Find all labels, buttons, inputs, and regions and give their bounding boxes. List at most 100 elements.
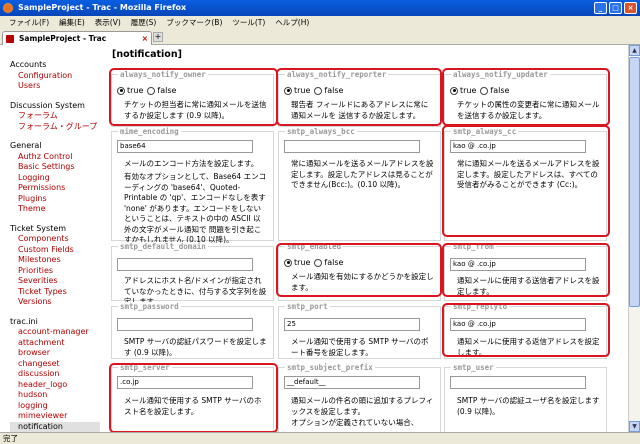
smtp-user-input[interactable]	[450, 376, 586, 389]
nav-item-changeset[interactable]: changeset	[10, 359, 100, 370]
owner-radio-group: true false	[117, 86, 176, 96]
reporter-false-radio[interactable]: false	[314, 86, 343, 96]
smtp-always-cc-input[interactable]: kao @ .co.jp	[450, 140, 586, 153]
nav-item-components[interactable]: Components	[10, 234, 100, 245]
nav-item-theme[interactable]: Theme	[10, 204, 100, 215]
nav-group: Ticket System Components Custom Fields Mile…	[10, 224, 100, 308]
nav-item-notification[interactable]: notification	[10, 421, 100, 432]
nav-item-plugins[interactable]: Plugins	[10, 194, 100, 205]
reporter-radio-group: true false	[284, 86, 343, 96]
option-desc: メール通知で使用する SMTP サーバのホスト名を設定します。	[124, 396, 262, 416]
nav-item-account-manager[interactable]: account-manager	[10, 327, 100, 338]
reporter-true-radio[interactable]: true	[284, 86, 310, 96]
smtp-enabled-true-radio[interactable]: true	[284, 258, 310, 268]
menu-tools[interactable]: ツール(T)	[227, 16, 270, 29]
option-smtp-password: smtp_password SMTP サーバの認証パスワードを設定します (0.…	[111, 302, 274, 359]
nav-item--[interactable]: フォーラム	[10, 111, 100, 122]
option-desc: SMTP サーバの認証パスワードを設定します (0.9 以降)。	[124, 337, 267, 357]
page-title: [notification]	[112, 49, 182, 60]
admin-nav: Accounts Configuration Users Discussion Sys…	[10, 60, 100, 432]
nav-item-custom-fields[interactable]: Custom Fields	[10, 245, 100, 256]
smtp-server-input[interactable]: .co.jp	[117, 376, 253, 389]
browser-tab[interactable]: SampleProject - Trac ×	[2, 31, 152, 45]
window-title: SampleProject - Trac - Mozilla Firefox	[18, 3, 187, 12]
vertical-scrollbar[interactable]: ▲ ▼	[628, 45, 640, 432]
option-smtp-from: smtp_from kao @ .co.jp 通知メールに使用する送信者アドレス…	[444, 242, 607, 301]
menu-history[interactable]: 履歴(S)	[126, 16, 162, 29]
option-label: smtp_replyto	[451, 302, 510, 311]
owner-true-radio[interactable]: true	[117, 86, 143, 96]
smtp-subject-prefix-input[interactable]: __default__	[284, 376, 420, 389]
smtp-enabled-false-radio[interactable]: false	[314, 258, 343, 268]
option-desc: 通知メールに使用する返信アドレスを設定します。	[457, 337, 600, 357]
nav-item-authz-control[interactable]: Authz Control	[10, 152, 100, 163]
option-smtp-subject-prefix: smtp_subject_prefix __default__ 通知メールの件名…	[278, 363, 441, 432]
menu-help[interactable]: ヘルプ(H)	[270, 16, 314, 29]
smtp-from-input[interactable]: kao @ .co.jp	[450, 258, 586, 271]
nav-item-logging[interactable]: Logging	[10, 173, 100, 184]
maximize-button[interactable]: □	[609, 2, 622, 14]
nav-item-ticket-types[interactable]: Ticket Types	[10, 287, 100, 298]
smtp-replyto-input[interactable]: kao @ .co.jp	[450, 318, 586, 331]
menu-bookmarks[interactable]: ブックマーク(B)	[161, 16, 227, 29]
nav-group-title: General	[10, 141, 42, 150]
scroll-down-icon[interactable]: ▼	[629, 421, 640, 432]
option-desc: 通知メールの件名の頭に追加するプレフィックスを設定します。	[291, 396, 434, 416]
menu-file[interactable]: ファイル(F)	[4, 16, 54, 29]
option-label: smtp_default_domain	[118, 242, 208, 251]
minimize-button[interactable]: _	[594, 2, 607, 14]
smtp-port-input[interactable]: 25	[284, 318, 420, 331]
tab-close-icon[interactable]: ×	[142, 32, 148, 45]
close-window-button[interactable]: ×	[624, 2, 637, 14]
option-label: always_notify_updater	[451, 70, 550, 79]
nav-group: General Authz Control Basic Settings Loggin…	[10, 141, 100, 215]
smtp-always-bcc-input[interactable]	[284, 140, 420, 153]
tab-title: SampleProject - Trac	[19, 34, 107, 43]
page-content: Accounts Configuration Users Discussion Sys…	[0, 45, 628, 432]
owner-false-radio[interactable]: false	[147, 86, 176, 96]
updater-true-radio[interactable]: true	[450, 86, 476, 96]
nav-item-priorities[interactable]: Priorities	[10, 266, 100, 277]
nav-item-discussion[interactable]: discussion	[10, 369, 100, 380]
scroll-up-icon[interactable]: ▲	[629, 45, 640, 56]
nav-item--[interactable]: フォーラム・グループ	[10, 122, 100, 133]
option-label: smtp_always_cc	[451, 127, 519, 136]
option-always-notify-updater: always_notify_updater true false チケットの属性…	[444, 70, 607, 127]
menu-view[interactable]: 表示(V)	[90, 16, 126, 29]
option-desc: SMTP サーバの認証ユーザ名を設定します (0.9 以降)。	[457, 396, 600, 416]
nav-group: trac.ini account-manager attachment browser…	[10, 316, 100, 432]
mime-encoding-input[interactable]: base64	[117, 140, 253, 153]
option-desc: メール通知を有効にするかどうかを設定します。	[291, 272, 434, 292]
nav-item-basic-settings[interactable]: Basic Settings	[10, 162, 100, 173]
option-label: mime_encoding	[118, 127, 181, 136]
menu-edit[interactable]: 編集(E)	[54, 16, 90, 29]
nav-item-logging[interactable]: logging	[10, 401, 100, 412]
option-label: always_notify_owner	[118, 70, 208, 79]
nav-group-title: Discussion System	[10, 100, 85, 110]
nav-item-versions[interactable]: Versions	[10, 297, 100, 308]
nav-item-milestones[interactable]: Milestones	[10, 255, 100, 266]
nav-item-permissions[interactable]: Permissions	[10, 183, 100, 194]
smtp-password-input[interactable]	[117, 318, 253, 331]
option-desc: 通知メールに使用する送信者アドレスを設定します。	[457, 276, 600, 296]
nav-item-users[interactable]: Users	[10, 81, 100, 92]
new-tab-button[interactable]: +	[153, 32, 163, 42]
option-label: smtp_password	[118, 302, 181, 311]
nav-item-header-logo[interactable]: header_logo	[10, 380, 100, 391]
status-text: 完了	[3, 434, 18, 443]
nav-item-severities[interactable]: Severities	[10, 276, 100, 287]
nav-group-title: trac.ini	[10, 316, 38, 326]
scroll-thumb[interactable]	[629, 57, 640, 307]
nav-group-title: Accounts	[10, 60, 47, 69]
nav-item-attachment[interactable]: attachment	[10, 338, 100, 349]
updater-false-radio[interactable]: false	[480, 86, 509, 96]
nav-item-mimeviewer[interactable]: mimeviewer	[10, 411, 100, 422]
nav-item-configuration[interactable]: Configuration	[10, 71, 100, 82]
smtp-default-domain-input[interactable]	[117, 258, 253, 271]
option-desc: メールのエンコード方法を設定します。	[124, 159, 259, 168]
nav-item-hudson[interactable]: hudson	[10, 390, 100, 401]
option-desc: 常に通知メールを送るメールアドレスを設定します。設定したアドレスは見ることができ…	[291, 159, 434, 189]
option-label: smtp_port	[285, 302, 330, 311]
firefox-icon	[3, 3, 13, 13]
nav-item-browser[interactable]: browser	[10, 348, 100, 359]
